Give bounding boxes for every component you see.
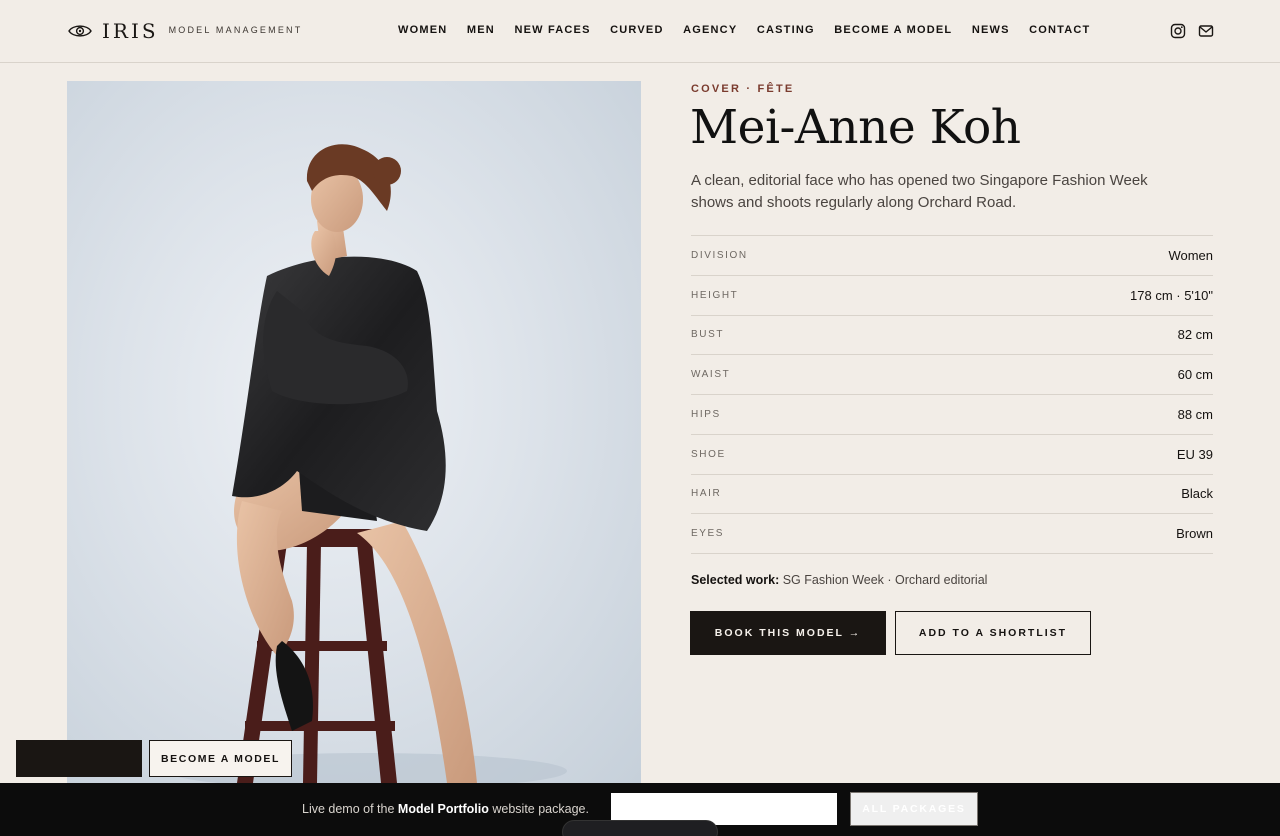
nav-link-agency[interactable]: AGENCY — [683, 24, 737, 36]
selected-work-label: Selected work: — [691, 573, 780, 587]
stat-value: 60 cm — [1177, 367, 1213, 383]
demo-bar: Live demo of the Model Portfolio website… — [0, 783, 1280, 836]
all-packages-button[interactable]: ALL PACKAGES — [850, 792, 978, 826]
demo-text-suffix: website package. — [492, 802, 589, 816]
book-model-button[interactable]: BOOK THIS MODEL → — [690, 611, 886, 655]
site-header: IRIS MODEL MANAGEMENT WOMEN MEN NEW FACE… — [0, 0, 1280, 63]
stat-value: 178 cm · 5'10" — [1130, 287, 1213, 303]
brand-name: IRIS — [102, 19, 159, 43]
demo-toolbar[interactable] — [562, 820, 718, 836]
stat-row-division: DIVISION Women — [691, 236, 1213, 276]
stat-label: HIPS — [691, 408, 721, 420]
stat-value: 82 cm — [1177, 327, 1213, 343]
stat-row-shoe: SHOE EU 39 — [691, 435, 1213, 475]
floating-dark-button[interactable] — [16, 740, 142, 777]
demo-text: Live demo of the Model Portfolio website… — [302, 802, 589, 816]
mail-icon[interactable] — [1198, 23, 1214, 39]
model-name: Mei-Anne Koh — [690, 100, 1021, 155]
stat-label: WAIST — [691, 369, 731, 381]
brand-tagline: MODEL MANAGEMENT — [168, 25, 303, 35]
stat-row-eyes: EYES Brown — [691, 514, 1213, 554]
stat-label: HAIR — [691, 488, 722, 500]
model-photo-illustration — [167, 144, 567, 783]
brand-logo[interactable]: IRIS MODEL MANAGEMENT — [68, 18, 302, 44]
stat-value: Black — [1181, 486, 1213, 502]
nav-link-new-faces[interactable]: NEW FACES — [514, 24, 590, 36]
social-links — [1170, 23, 1214, 39]
main-nav: WOMEN MEN NEW FACES CURVED AGENCY CASTIN… — [398, 24, 1090, 36]
stat-value: Women — [1168, 247, 1213, 263]
stat-row-hair: HAIR Black — [691, 475, 1213, 515]
selected-work-value: SG Fashion Week · Orchard editorial — [782, 573, 988, 587]
stat-value: EU 39 — [1176, 446, 1213, 462]
nav-link-contact[interactable]: CONTACT — [1029, 24, 1090, 36]
nav-link-become-a-model[interactable]: BECOME A MODEL — [834, 24, 952, 36]
instagram-icon[interactable] — [1170, 23, 1186, 39]
stat-value: Brown — [1176, 526, 1213, 542]
stat-row-height: HEIGHT 178 cm · 5'10" — [691, 276, 1213, 316]
stat-label: BUST — [691, 329, 725, 341]
nav-link-curved[interactable]: CURVED — [610, 24, 663, 36]
stat-label: SHOE — [691, 448, 726, 460]
stat-row-waist: WAIST 60 cm — [691, 355, 1213, 395]
stat-label: DIVISION — [691, 249, 748, 261]
stat-label: HEIGHT — [691, 289, 739, 301]
floating-become-model-button[interactable]: BECOME A MODEL — [149, 740, 292, 777]
stat-row-bust: BUST 82 cm — [691, 316, 1213, 356]
model-bio: A clean, editorial face who has opened t… — [691, 172, 1148, 211]
nav-link-casting[interactable]: CASTING — [757, 24, 815, 36]
eye-icon — [68, 25, 92, 37]
nav-link-women[interactable]: WOMEN — [398, 24, 447, 36]
stat-label: EYES — [691, 528, 725, 540]
stat-value: 88 cm — [1177, 406, 1213, 422]
profile-eyebrow: COVER · FÊTE — [691, 83, 795, 95]
measurements-table: DIVISION Women HEIGHT 178 cm · 5'10" BUS… — [691, 235, 1213, 554]
demo-text-prefix: Live demo of the — [302, 802, 395, 816]
nav-link-men[interactable]: MEN — [467, 24, 495, 36]
demo-text-package: Model Portfolio — [397, 802, 489, 816]
stat-row-hips: HIPS 88 cm — [691, 395, 1213, 435]
add-to-shortlist-button[interactable]: ADD TO A SHORTLIST — [895, 611, 1091, 655]
nav-link-news[interactable]: NEWS — [972, 24, 1010, 36]
selected-work: Selected work: SG Fashion Week · Orchard… — [691, 573, 987, 587]
model-photo — [67, 81, 641, 783]
